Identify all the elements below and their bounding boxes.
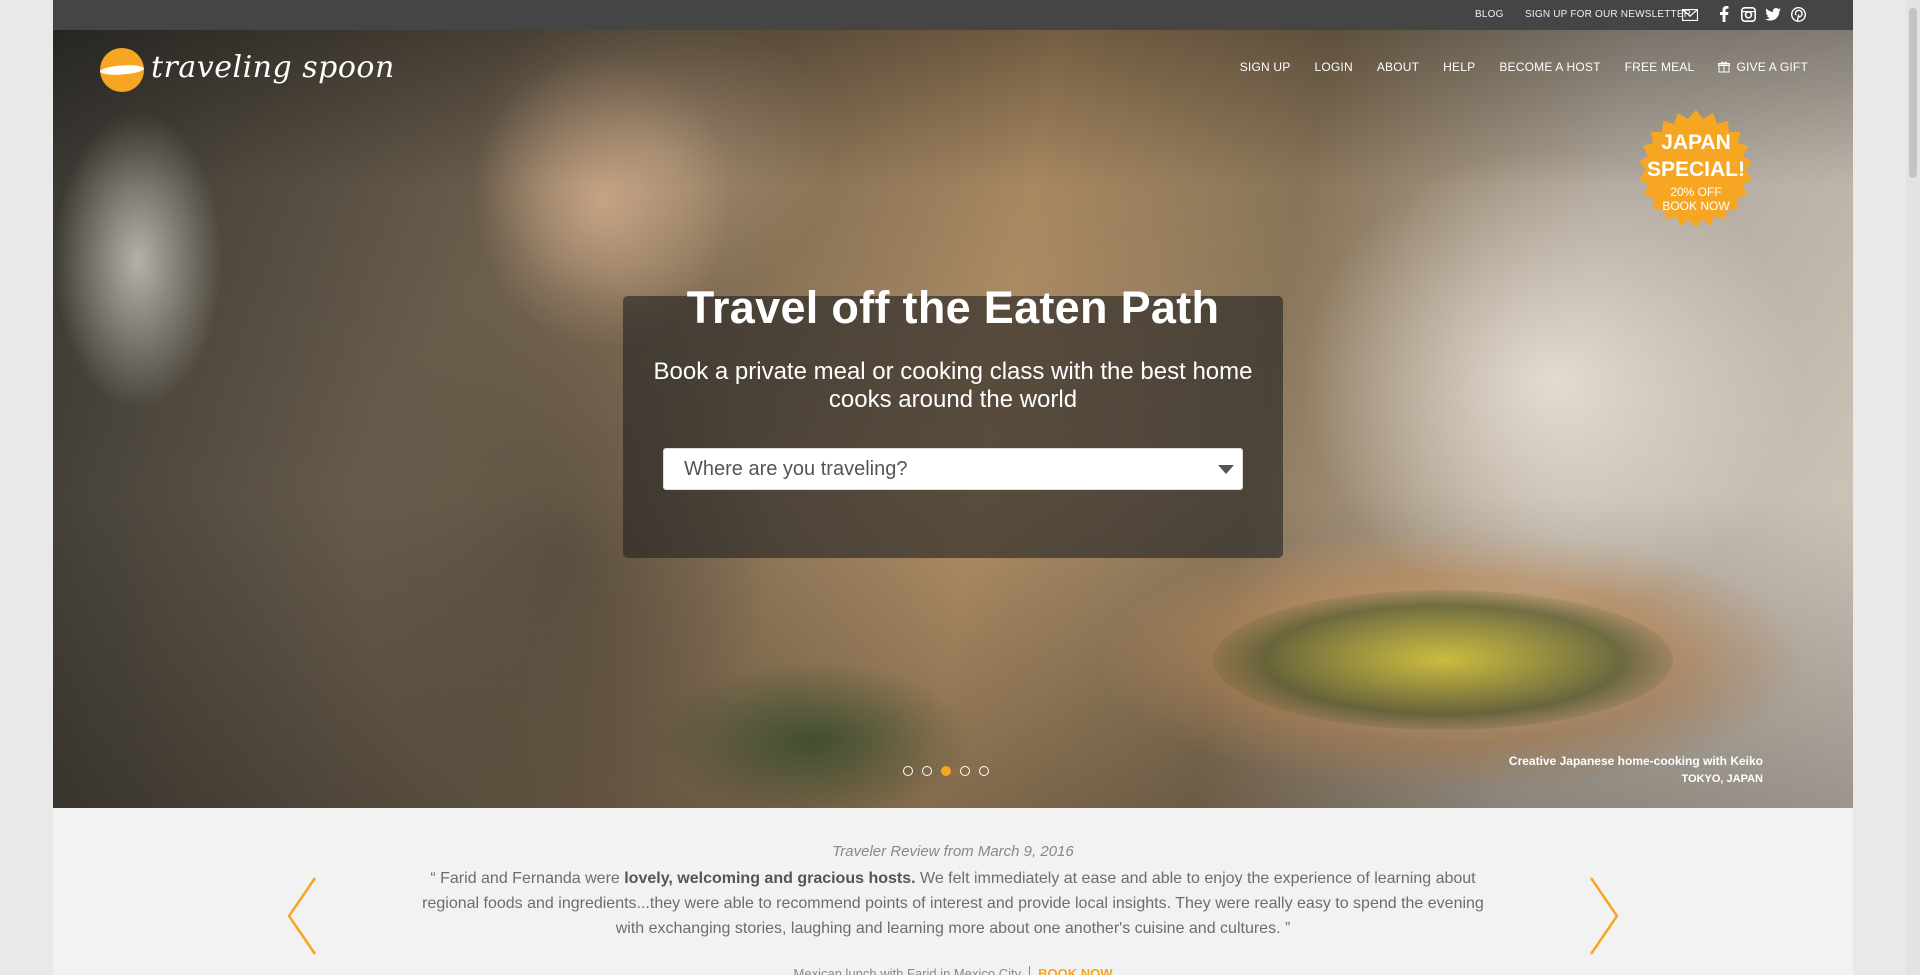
carousel-dot[interactable] [979,766,989,776]
hero-headline: Travel off the Eaten Path [686,282,1220,333]
carousel-dot[interactable] [903,766,913,776]
hero-banner [53,30,1853,808]
carousel-dot[interactable] [960,766,970,776]
review-text: “ Farid and Fernanda were lovely, welcom… [422,870,1484,937]
pinterest-icon[interactable] [1789,5,1807,23]
slide-caption: Creative Japanese home-cooking with Keik… [1509,752,1763,788]
twitter-icon[interactable] [1764,5,1782,23]
nav-login[interactable]: LOGIN [1314,57,1352,77]
review-heading: Traveler Review from March 9, 2016 [832,843,1074,860]
blog-link[interactable]: BLOG [1475,9,1504,20]
gift-icon [1718,61,1731,73]
nav-give-gift-label: GIVE A GIFT [1736,60,1808,74]
nav-signup[interactable]: SIGN UP [1240,57,1291,77]
caption-location: TOKYO, JAPAN [1681,773,1764,785]
caption-title: Creative Japanese home-cooking with Keik… [1508,754,1763,768]
japan-special-badge[interactable]: JAPAN SPECIAL! 20% OFF BOOK NOW [1633,108,1759,234]
chevron-down-icon [1218,465,1234,474]
review-next-arrow-icon[interactable] [1583,876,1623,956]
hero-panel [623,296,1283,558]
nav-free-meal[interactable]: FREE MEAL [1625,57,1695,77]
review-book-now-link[interactable]: BOOK NOW [1029,966,1113,975]
review-experience: Mexican lunch with Farid in Mexico City [793,966,1022,975]
newsletter-link[interactable]: SIGN UP FOR OUR NEWSLETTER [1525,9,1691,20]
page-scrollbar[interactable] [1906,0,1920,975]
facebook-icon[interactable] [1715,5,1733,23]
nav-help[interactable]: HELP [1443,57,1475,77]
review-footer: Mexican lunch with Farid in Mexico City B… [53,966,1853,975]
hero-subheadline: Book a private meal or cooking class wit… [653,358,1253,413]
nav-give-gift[interactable]: GIVE A GIFT [1718,57,1808,77]
top-bar: BLOG SIGN UP FOR OUR NEWSLETTER [53,0,1853,30]
badge-title: JAPAN SPECIAL! [1646,131,1745,181]
destination-select[interactable]: Where are you traveling? [663,448,1243,490]
nav-about[interactable]: ABOUT [1377,57,1419,77]
carousel-dots [903,766,989,776]
badge-subtitle: 20% OFF BOOK NOW [1662,185,1730,213]
mail-icon[interactable] [1681,6,1699,24]
destination-placeholder: Where are you traveling? [684,458,908,480]
main-nav: SIGN UP LOGIN ABOUT HELP BECOME A HOST F… [1240,57,1808,77]
instagram-icon[interactable] [1739,5,1757,23]
page: BLOG SIGN UP FOR OUR NEWSLETTER travelin… [53,0,1853,975]
carousel-dot[interactable] [922,766,932,776]
carousel-dot-active[interactable] [941,766,951,776]
review-highlight: lovely, welcoming and gracious hosts. [624,870,916,887]
scrollbar-thumb[interactable] [1909,8,1917,178]
logo-wordmark[interactable]: traveling spoon [151,50,395,85]
review-prev-arrow-icon[interactable] [283,876,323,956]
nav-become-host[interactable]: BECOME A HOST [1499,57,1600,77]
logo-icon[interactable] [98,46,146,94]
